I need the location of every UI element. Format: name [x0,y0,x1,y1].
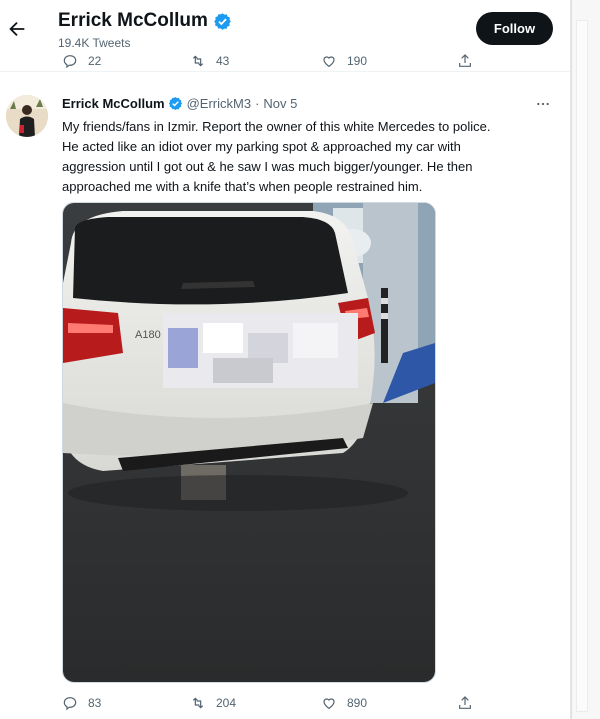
profile-header-name: Errick McCollum [58,10,232,32]
separator: · [255,96,260,111]
retweet-count: 204 [216,696,237,710]
share-action[interactable] [457,695,483,711]
prev-like-action[interactable]: 190 [321,53,367,68]
avatar-image [6,95,48,137]
tweet-date[interactable]: Nov 5 [263,96,297,111]
reply-icon [63,697,77,711]
prev-like-count: 190 [347,54,368,68]
retweet-icon [192,697,204,709]
retweet-action[interactable]: 204 [190,695,236,711]
divider [0,71,570,72]
avatar[interactable] [6,95,48,137]
prev-retweet-count: 43 [216,54,230,68]
prev-reply-count: 22 [88,54,102,68]
reply-count: 83 [88,696,102,710]
reply-action[interactable]: 83 [62,695,101,711]
follow-button[interactable]: Follow [476,12,553,45]
like-count: 890 [347,696,368,710]
like-icon [323,698,335,710]
share-icon [459,54,471,67]
car-photo: A180 [63,203,435,682]
verified-badge-icon [214,12,231,30]
prev-retweet-action[interactable]: 43 [190,53,229,68]
share-icon [459,696,471,709]
tweet-count: 19.4K Tweets [58,36,131,50]
tweet-text-line: aggression until I got out & he saw I wa… [62,159,473,174]
scrollbar-thumb[interactable] [576,20,588,712]
prev-share-action[interactable] [457,53,483,68]
author-name[interactable]: Errick McCollum [62,96,165,111]
model-badge: A180 [135,329,161,341]
prev-reply-action[interactable]: 22 [62,53,101,68]
tweet-actions: 83 204 890 [0,693,570,713]
reply-icon [63,55,77,68]
tweet-header: Errick McCollum @ErrickM3 · Nov 5 [62,96,297,111]
back-arrow-icon[interactable] [6,18,28,40]
tweet-text-line: My friends/fans in Izmir. Report the own… [62,119,491,134]
tweet-text-line: He acted like an idiot over my parking s… [62,139,461,154]
like-icon [323,56,335,68]
scrollbar[interactable] [571,0,600,719]
previous-tweet-actions: 22 43 190 [0,50,570,68]
author-handle[interactable]: @ErrickM3 [187,96,251,111]
tweet-page: Errick McCollum 19.4K Tweets Follow 22 4… [0,0,571,719]
more-icon[interactable] [535,96,551,112]
tweet-text-line: approached me with a knife that’s when p… [62,179,423,194]
retweet-icon [192,55,204,67]
tweet-photo[interactable]: A180 [62,202,436,683]
tweet-text: My friends/fans in Izmir. Report the own… [62,117,560,197]
verified-badge-icon [168,96,182,111]
like-action[interactable]: 890 [321,695,367,711]
profile-name: Errick McCollum [58,10,208,31]
